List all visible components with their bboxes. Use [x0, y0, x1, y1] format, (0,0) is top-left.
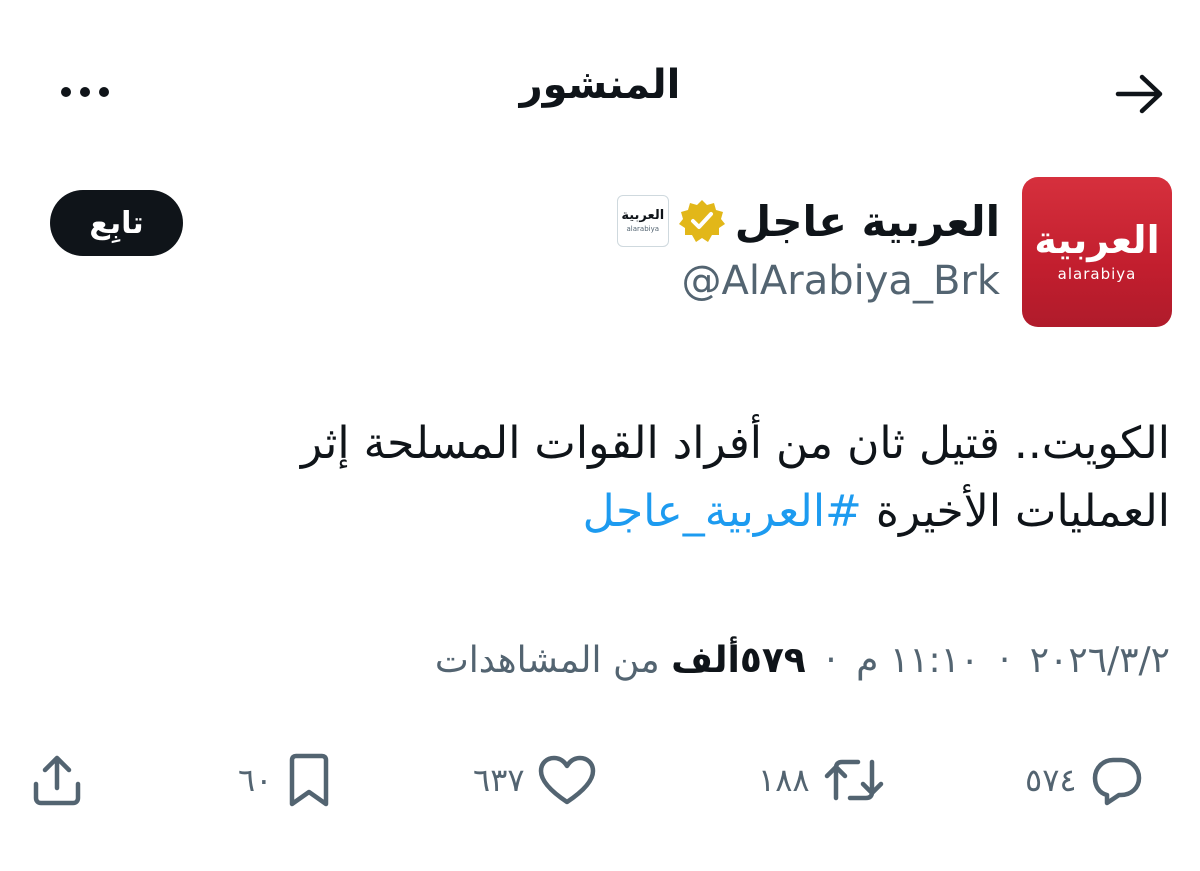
avatar-logo-en: alarabiya — [1057, 265, 1137, 283]
retweet-button[interactable]: ١٨٨ — [758, 735, 886, 825]
hashtag-link[interactable]: #العربية_عاجل — [583, 486, 862, 537]
top-bar: المنشور — [0, 0, 1200, 185]
avatar-logo-ar: العربية — [1034, 218, 1160, 262]
meta-separator: · — [825, 640, 837, 681]
tweet-meta: ٢٠٢٦/٣/٢ · ١١:١٠ م · ٥٧٩ألف من المشاهدات — [70, 640, 1170, 681]
bookmark-icon — [290, 753, 329, 807]
share-button[interactable] — [30, 735, 84, 825]
follow-button[interactable]: تابِع — [50, 190, 183, 256]
reply-count: ٥٧٤ — [1025, 761, 1077, 799]
arrow-right-icon — [1115, 74, 1163, 114]
author-name-row: العربية عاجل العربية alarabiya — [616, 186, 1000, 256]
affiliate-badge-en: alarabiya — [626, 225, 660, 233]
reply-button[interactable]: ٥٧٤ — [1025, 735, 1145, 825]
bookmark-count: ٦٠ — [238, 761, 273, 799]
display-name[interactable]: العربية عاجل — [735, 197, 1000, 246]
meta-separator: · — [998, 640, 1011, 681]
like-count: ٦٣٧ — [473, 761, 525, 799]
author-handle[interactable]: @AlArabiya_Brk — [681, 258, 1000, 304]
verified-badge-icon[interactable] — [678, 198, 725, 244]
back-button[interactable] — [1110, 64, 1170, 124]
retweet-icon — [824, 759, 883, 801]
reply-icon — [1092, 757, 1141, 806]
tweet-date[interactable]: ٢٠٢٦/٣/٢ — [1030, 640, 1170, 681]
tweet-text: الكويت.. قتيل ثان من أفراد القوات المسلح… — [160, 410, 1170, 546]
affiliate-badge[interactable]: العربية alarabiya — [616, 195, 669, 247]
share-icon — [33, 755, 81, 806]
avatar[interactable]: العربية alarabiya — [1022, 177, 1172, 327]
bookmark-button[interactable]: ٦٠ — [238, 735, 334, 825]
heart-icon — [538, 755, 595, 805]
page-title: المنشور — [519, 62, 681, 108]
views-count[interactable]: ٥٧٩ألف — [671, 640, 806, 681]
affiliate-badge-ar: العربية — [621, 208, 665, 223]
action-bar: ٥٧٤ ١٨٨ ٦٣٧ ٦٠ — [0, 735, 1200, 825]
views-label: من المشاهدات — [434, 640, 660, 681]
tweet-time[interactable]: ١١:١٠ م — [856, 640, 979, 681]
retweet-count: ١٨٨ — [758, 761, 810, 799]
like-button[interactable]: ٦٣٧ — [473, 735, 597, 825]
